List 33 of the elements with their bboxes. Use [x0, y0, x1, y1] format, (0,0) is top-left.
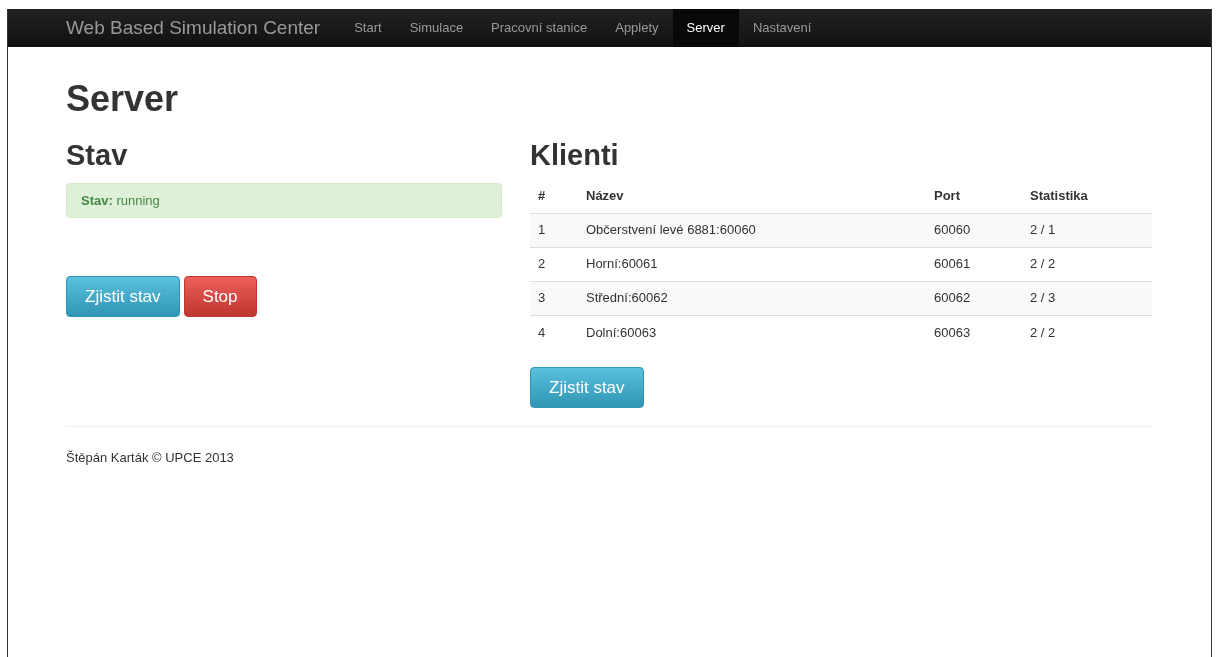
nav-link[interactable]: Server [672, 9, 739, 47]
table-cell: Střední:60062 [586, 290, 668, 306]
nav-link[interactable]: Applety [601, 9, 673, 47]
column-header: Port [934, 188, 960, 203]
table-cell: 2 / 3 [1030, 290, 1056, 306]
table-cell: Dolní:60063 [586, 324, 657, 340]
column-header: # [538, 188, 546, 203]
footer-text: Štěpán Karták © UPCE 2013 [66, 449, 235, 467]
table-cell: Občerstvení levé 6881:60060 [586, 222, 756, 238]
brand-title[interactable]: Web Based Simulation Center [66, 9, 341, 47]
table-cell: 2 / 1 [1030, 222, 1056, 238]
table-cell: 60063 [934, 324, 971, 340]
section-heading: Klienti [530, 138, 620, 173]
nav-link[interactable]: Simulace [395, 9, 478, 47]
table-cell: 2 / 2 [1030, 256, 1056, 272]
page-title: Server [66, 79, 180, 119]
table-cell: 60062 [934, 290, 971, 306]
nav-link[interactable]: Nastavení [738, 9, 826, 47]
table-cell: 3 [538, 290, 546, 306]
table-cell: 60060 [934, 222, 971, 238]
column-header: Název [586, 188, 624, 203]
table-cell: 2 [538, 256, 546, 272]
nav-link[interactable]: Pracovní stanice [477, 9, 602, 47]
section-heading: Stav [66, 138, 129, 173]
table-cell: 1 [538, 222, 546, 238]
stop-button[interactable]: Stop [183, 276, 257, 317]
table-cell: Horní:60061 [586, 256, 658, 272]
column-header: Statistika [1030, 188, 1088, 203]
table-cell: 4 [538, 324, 546, 340]
table-cell: 2 / 2 [1030, 324, 1056, 340]
table-cell: 60061 [934, 256, 971, 272]
status-alert: Stav: running [66, 183, 502, 218]
nav-link[interactable]: Start [340, 9, 396, 47]
